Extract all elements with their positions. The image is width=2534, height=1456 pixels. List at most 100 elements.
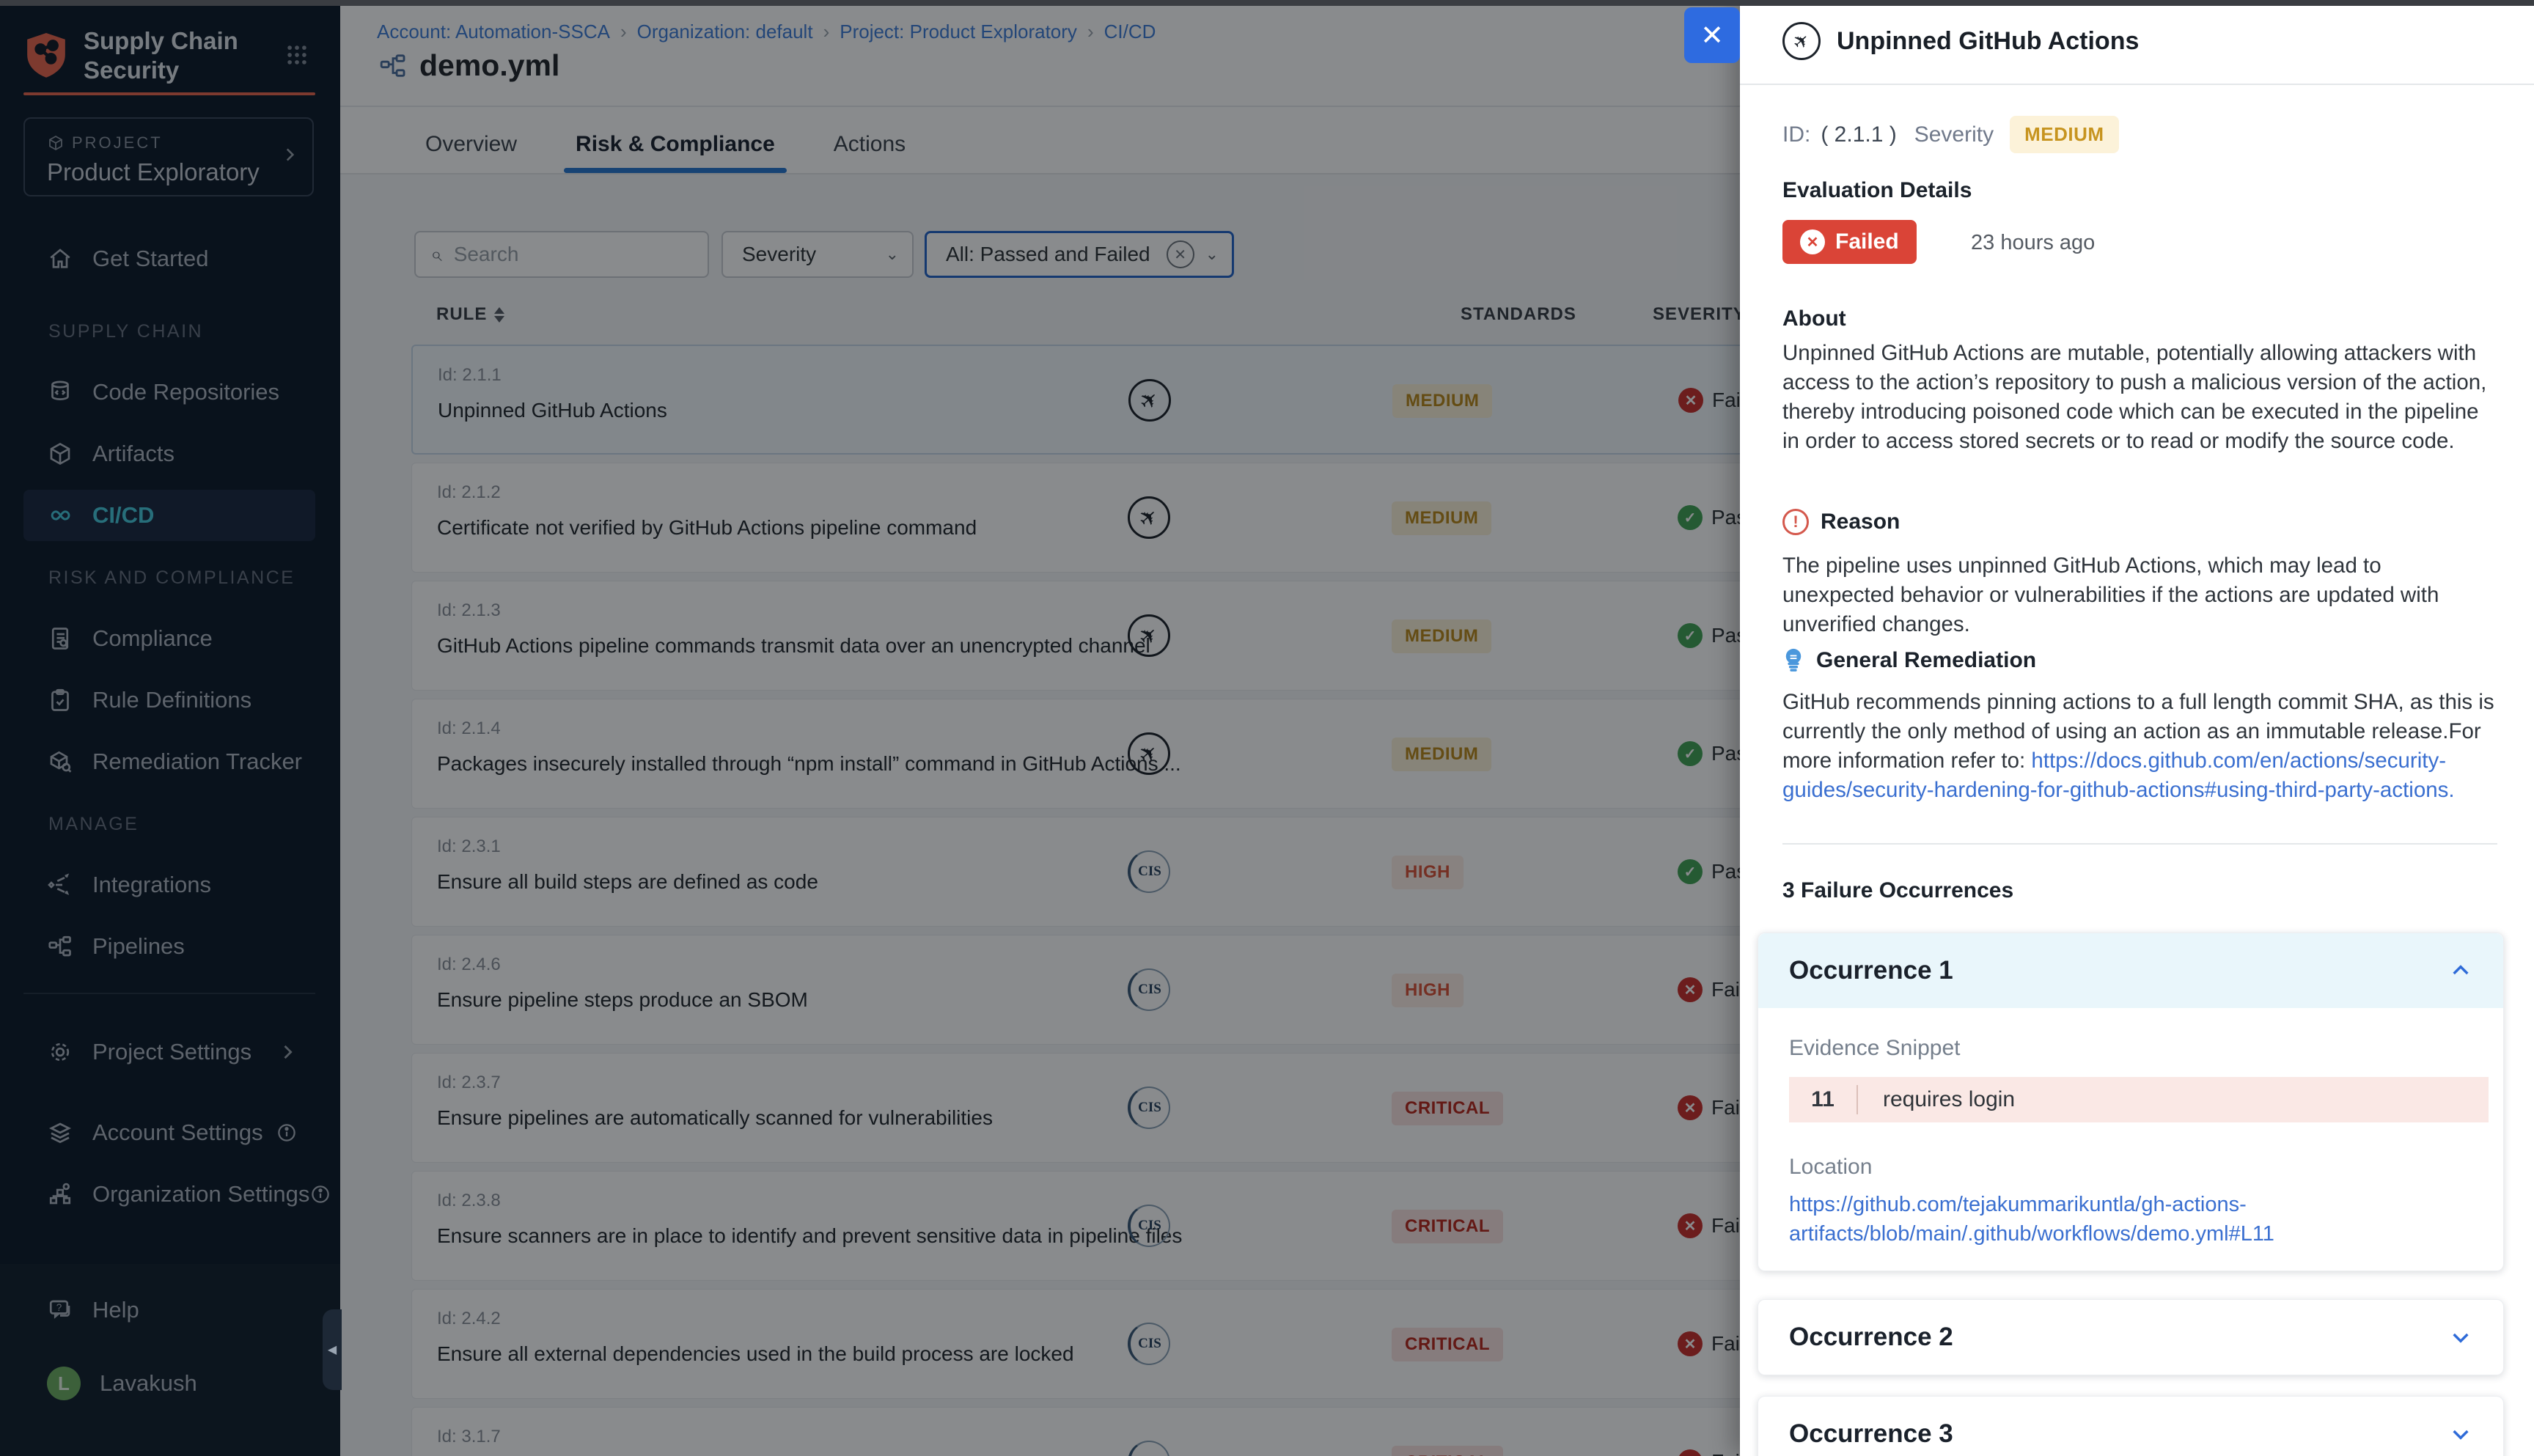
info-icon [309, 1183, 331, 1205]
chevron-down-icon: ⌄ [1205, 245, 1219, 264]
divider [1740, 84, 2534, 85]
rule-name: Unpinned GitHub Actions [438, 399, 667, 422]
failed-icon: ✕ [1678, 388, 1703, 413]
sidebar-item-label: Get Started [92, 246, 209, 272]
severity-badge: MEDIUM [2010, 116, 2118, 153]
tab-overview[interactable]: Overview [422, 116, 520, 173]
layers-icon [47, 1119, 73, 1146]
box-icon [47, 441, 73, 467]
sidebar-item-label: Pipelines [92, 933, 185, 960]
breadcrumb-separator: › [620, 21, 627, 43]
search-placeholder: Search [454, 243, 519, 266]
rule-id: Id: 2.4.2 [437, 1309, 501, 1329]
sidebar-item-remediation-tracker[interactable]: Remediation Tracker [23, 736, 315, 787]
location-link[interactable]: https://github.com/tejakummarikuntla/gh-… [1789, 1190, 2317, 1249]
rule-id: Id: 2.3.8 [437, 1191, 501, 1211]
sidebar-item-compliance[interactable]: Compliance [23, 613, 315, 664]
brand-title: Supply Chain Security [84, 26, 252, 84]
rule-id: Id: 2.3.1 [437, 837, 501, 857]
breadcrumb-separator: › [823, 21, 830, 43]
rule-id-row: ID: ( 2.1.1 ) Severity MEDIUM [1782, 116, 2119, 153]
severity-badge: HIGH [1392, 856, 1464, 889]
sidebar-item-artifacts[interactable]: Artifacts [23, 428, 315, 479]
brand: Supply Chain Security [23, 26, 252, 84]
occurrence-toggle[interactable]: Occurrence 2 [1758, 1300, 2503, 1375]
snippet-text: requires login [1883, 1087, 2015, 1112]
rule-id: Id: 2.4.6 [437, 955, 501, 975]
tab-actions[interactable]: Actions [831, 116, 908, 173]
drawer-close-button[interactable]: ✕ [1684, 7, 1740, 63]
project-selector[interactable]: PROJECT Product Exploratory [23, 117, 314, 196]
standards-cell: ✈ [1128, 614, 1170, 657]
sidebar-item-label: Organization Settings [92, 1181, 309, 1207]
standards-cell: ✈ [1128, 732, 1170, 775]
severity-badge: MEDIUM [1392, 619, 1491, 653]
column-rule[interactable]: RULE [436, 304, 504, 325]
drawer-header: ✈ Unpinned GitHub Actions [1782, 22, 2139, 60]
breadcrumb-cicd[interactable]: CI/CD [1104, 21, 1156, 43]
status-filter-dropdown[interactable]: All: Passed and Failed ✕ ⌄ [925, 231, 1234, 278]
sort-icon [494, 307, 504, 323]
passed-icon: ✓ [1678, 623, 1703, 648]
divider [1782, 843, 2497, 845]
sidebar-item-pipelines[interactable]: Pipelines [23, 921, 315, 972]
breadcrumb-separator: › [1087, 21, 1094, 43]
cicd-standard-icon: ✈ [1128, 496, 1170, 539]
sidebar-item-ci-cd[interactable]: CI/CD [23, 490, 315, 541]
occurrence-title: Occurrence 3 [1789, 1419, 1953, 1449]
dots-grid-icon[interactable] [284, 43, 309, 67]
breadcrumb-project[interactable]: Project: Product Exploratory [840, 21, 1077, 43]
sidebar-item-account-settings[interactable]: Account Settings [23, 1107, 315, 1158]
rule-name: Packages insecurely installed through “n… [437, 752, 1181, 776]
sidebar-item-help[interactable]: ? Help [23, 1284, 315, 1336]
clipboard-icon [47, 687, 73, 713]
sidebar-item-get-started[interactable]: Get Started [23, 233, 315, 284]
sidebar-item-label: Code Repositories [92, 379, 279, 405]
standards-cell: CIS [1128, 1323, 1170, 1365]
search-input[interactable]: ⌕ Search [414, 231, 709, 278]
severity-badge: CRITICAL [1392, 1092, 1503, 1125]
severity-badge: MEDIUM [1392, 738, 1491, 771]
window-top-strip [0, 0, 2534, 6]
shield-logo-icon [23, 31, 69, 81]
sidebar-item-rule-definitions[interactable]: Rule Definitions [23, 674, 315, 726]
sidebar: Supply Chain Security PROJECT Product Ex… [0, 0, 340, 1456]
rule-name: Ensure scanners are in place to identify… [437, 1224, 1182, 1248]
chevron-down-icon [2449, 1422, 2472, 1446]
occurrence-toggle[interactable]: Occurrence 3 [1758, 1397, 2503, 1456]
user-menu[interactable]: L Lavakush [23, 1358, 315, 1409]
clear-filter-icon[interactable]: ✕ [1167, 240, 1194, 268]
failed-icon: ✕ [1678, 1095, 1703, 1120]
breadcrumb-account[interactable]: Account: Automation-SSCA [377, 21, 610, 43]
sidebar-item-integrations[interactable]: Integrations [23, 859, 315, 911]
tab-risk-compliance[interactable]: Risk & Compliance [573, 116, 778, 173]
sidebar-item-label: CI/CD [92, 502, 154, 529]
sidebar-collapse-handle[interactable]: ◀ [323, 1309, 342, 1390]
cicd-standard-icon: ✈ [1128, 732, 1170, 775]
org-icon [47, 1181, 73, 1207]
pipeline-icon [378, 51, 408, 81]
sidebar-item-code-repositories[interactable]: Code Repositories [23, 367, 315, 418]
severity-filter-dropdown[interactable]: Severity ⌄ [721, 231, 914, 278]
column-standards: STANDARDS [1461, 304, 1576, 325]
breadcrumb-organization[interactable]: Organization: default [637, 21, 813, 43]
occurrence-title: Occurrence 2 [1789, 1323, 1953, 1352]
info-icon [276, 1122, 298, 1144]
evidence-label: Evidence Snippet [1789, 1036, 2472, 1061]
project-name: Product Exploratory [47, 158, 260, 186]
tab-bar: Overview Risk & Compliance Actions [422, 116, 908, 173]
occurrence-toggle[interactable]: Occurrence 1 [1758, 933, 2503, 1008]
sidebar-item-organization-settings[interactable]: Organization Settings [23, 1169, 315, 1220]
occurrence-card-occurrence-1: Occurrence 1 Evidence Snippet 11 requires l… [1758, 933, 2504, 1271]
sidebar-item-project-settings[interactable]: Project Settings [23, 1026, 315, 1078]
cis-standard-icon: CIS [1128, 850, 1170, 893]
user-name: Lavakush [100, 1370, 197, 1397]
cis-standard-icon: CIS [1128, 1323, 1170, 1365]
severity-badge: HIGH [1392, 974, 1464, 1007]
infinity-icon [47, 502, 73, 529]
reason-heading: ! Reason [1782, 509, 1900, 535]
standards-cell: CIS [1128, 1205, 1170, 1247]
divider [23, 993, 315, 994]
line-number: 11 [1789, 1085, 1858, 1114]
failed-icon: ✕ [1678, 1331, 1703, 1356]
